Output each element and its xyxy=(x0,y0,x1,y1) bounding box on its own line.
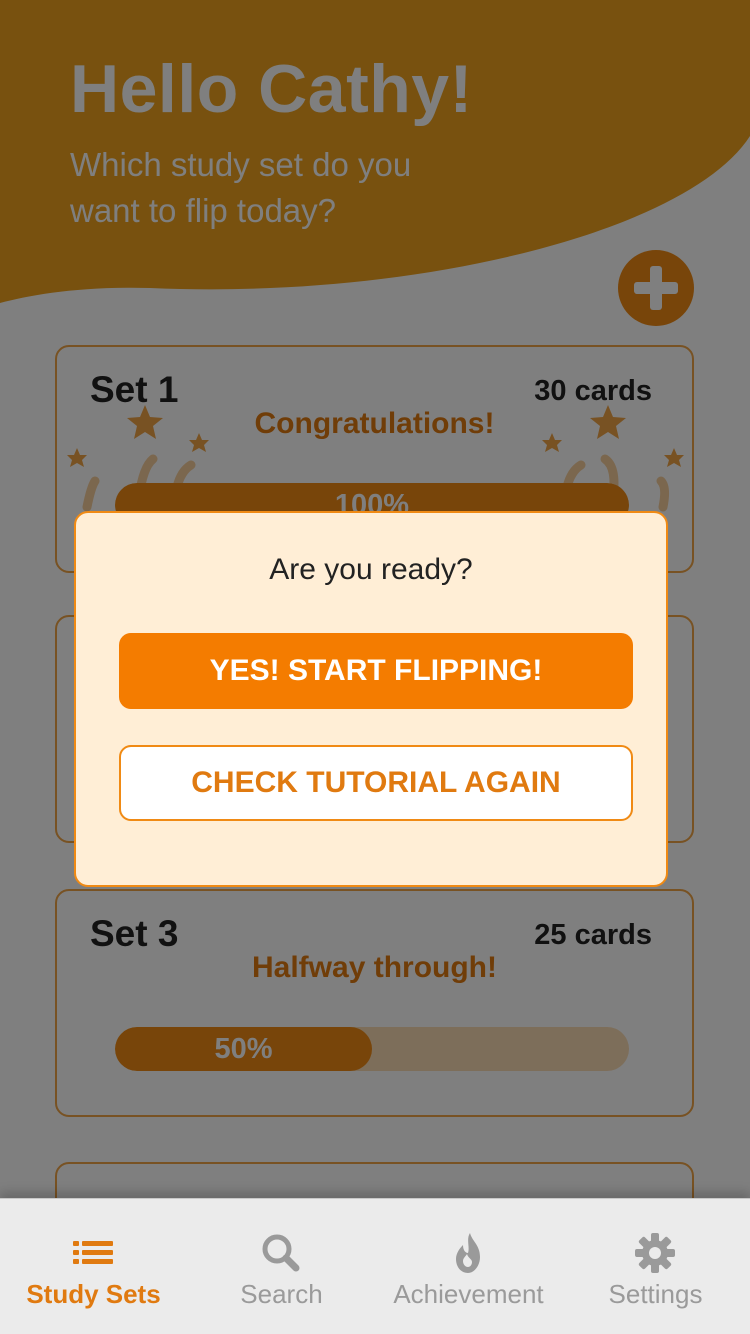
nav-label: Search xyxy=(240,1279,323,1309)
gear-icon xyxy=(635,1233,675,1273)
dialog-question: Are you ready? xyxy=(269,553,473,586)
start-flipping-button[interactable]: YES! START FLIPPING! xyxy=(119,633,633,709)
nav-label: Study Sets xyxy=(26,1279,161,1309)
flame-icon xyxy=(456,1233,480,1273)
nav-item-settings[interactable]: Settings xyxy=(562,1199,749,1334)
study-sets-screen: Hello Cathy! Which study set do you want… xyxy=(0,0,750,1334)
search-icon xyxy=(262,1234,300,1272)
nav-label: Achievement xyxy=(393,1279,544,1309)
nav-item-achievement[interactable]: Achievement xyxy=(375,1199,562,1334)
check-tutorial-button[interactable]: CHECK TUTORIAL AGAIN xyxy=(119,745,633,821)
list-icon xyxy=(73,1241,113,1264)
nav-item-study-sets[interactable]: Study Sets xyxy=(0,1199,187,1334)
bottom-navigation: Study Sets Search Achievement Settings xyxy=(0,1198,750,1334)
start-dialog: Are you ready? YES! START FLIPPING! CHEC… xyxy=(74,511,668,887)
nav-item-search[interactable]: Search xyxy=(188,1199,375,1334)
nav-label: Settings xyxy=(608,1279,703,1309)
